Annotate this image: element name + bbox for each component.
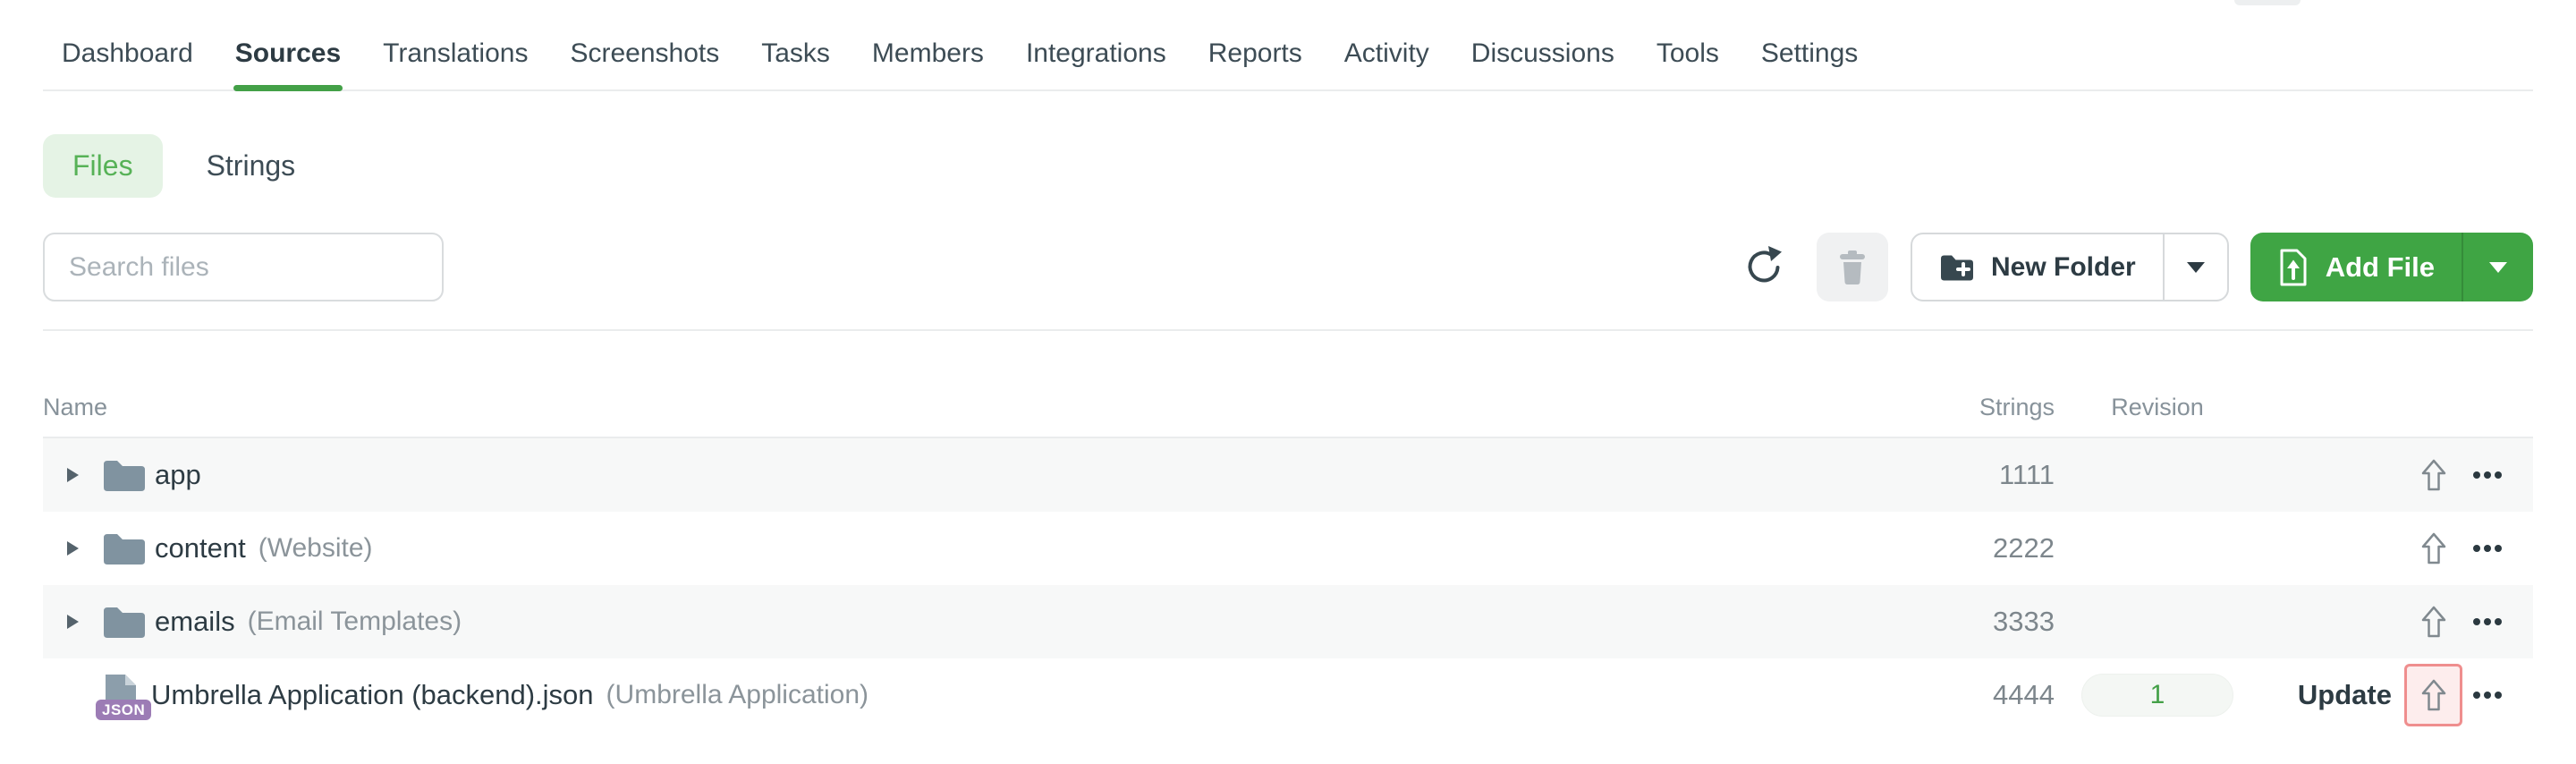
json-file-icon: JSON	[96, 674, 152, 720]
strings-count: 3333	[1993, 606, 2055, 637]
upload-button[interactable]	[2404, 444, 2462, 506]
column-header-revision: Revision	[2111, 394, 2204, 420]
tab-tools[interactable]: Tools	[1657, 38, 1719, 70]
table-row-folder-emails[interactable]: emails (Email Templates) 3333	[43, 585, 2533, 658]
table-row-file-json[interactable]: JSON Umbrella Application (backend).json…	[43, 658, 2533, 732]
ellipsis-icon	[2473, 618, 2480, 625]
ellipsis-icon	[2473, 692, 2480, 699]
upload-icon	[2420, 678, 2447, 712]
tab-tasks[interactable]: Tasks	[761, 38, 830, 70]
new-folder-label: New Folder	[1991, 251, 2136, 282]
add-file-button[interactable]: Add File	[2250, 233, 2533, 301]
tab-members[interactable]: Members	[872, 38, 984, 70]
search-input[interactable]	[43, 233, 444, 301]
expand-caret-icon[interactable]	[67, 615, 80, 629]
refresh-icon	[1743, 245, 1784, 290]
table-row-folder-content[interactable]: content (Website) 2222	[43, 512, 2533, 585]
row-menu-button[interactable]	[2473, 457, 2502, 493]
view-toggle: Files Strings	[43, 134, 2533, 198]
json-format-badge: JSON	[96, 700, 152, 720]
caret-down-icon	[2489, 261, 2507, 273]
new-folder-main[interactable]: New Folder	[1912, 234, 2163, 300]
folder-icon	[102, 604, 147, 640]
file-upload-icon	[2277, 248, 2309, 287]
ellipsis-icon	[2473, 545, 2480, 552]
upload-icon	[2420, 605, 2447, 639]
tab-screenshots[interactable]: Screenshots	[570, 38, 719, 70]
tab-activity[interactable]: Activity	[1344, 38, 1429, 70]
tab-sources[interactable]: Sources	[233, 38, 343, 91]
files-toolbar: New Folder Add File	[43, 233, 2533, 301]
folder-name[interactable]: content	[155, 532, 246, 565]
folder-icon	[102, 531, 147, 566]
top-right-artifact	[2234, 0, 2301, 5]
upload-button-highlighted[interactable]	[2404, 664, 2462, 726]
delete-button[interactable]	[1817, 233, 1889, 301]
row-menu-button[interactable]	[2473, 677, 2502, 713]
tab-translations[interactable]: Translations	[383, 38, 528, 70]
upload-icon	[2420, 458, 2447, 492]
files-table: Name Strings Revision app 1111 content (…	[43, 329, 2533, 732]
strings-count: 1111	[1998, 459, 2055, 490]
folder-icon	[102, 457, 147, 493]
tab-dashboard[interactable]: Dashboard	[62, 38, 193, 70]
upload-button[interactable]	[2404, 517, 2462, 580]
column-header-strings: Strings	[1979, 394, 2055, 420]
new-folder-button[interactable]: New Folder	[1911, 233, 2229, 301]
row-menu-button[interactable]	[2473, 531, 2502, 566]
upload-button[interactable]	[2404, 590, 2462, 653]
table-body: app 1111 content (Website) 2222 emails (…	[43, 438, 2533, 732]
tab-settings[interactable]: Settings	[1761, 38, 1858, 70]
caret-down-icon	[2186, 261, 2205, 273]
revision-badge[interactable]: 1	[2081, 674, 2233, 717]
folder-name[interactable]: emails	[155, 606, 235, 638]
add-file-label: Add File	[2325, 250, 2435, 283]
file-note: (Umbrella Application)	[606, 680, 869, 709]
tab-integrations[interactable]: Integrations	[1026, 38, 1166, 70]
file-name[interactable]: Umbrella Application (backend).json	[151, 679, 594, 711]
folder-plus-icon	[1939, 252, 1975, 283]
refresh-button[interactable]	[1743, 245, 1784, 290]
project-nav: Dashboard Sources Translations Screensho…	[43, 0, 2533, 91]
row-menu-button[interactable]	[2473, 604, 2502, 640]
folder-name[interactable]: app	[155, 459, 201, 491]
folder-note: (Website)	[258, 533, 373, 563]
ellipsis-icon	[2473, 471, 2480, 479]
trash-icon	[1836, 250, 1868, 285]
folder-note: (Email Templates)	[247, 607, 462, 636]
expand-caret-icon[interactable]	[67, 541, 80, 556]
toggle-strings[interactable]: Strings	[207, 149, 296, 183]
new-folder-dropdown[interactable]	[2162, 234, 2227, 300]
toggle-files[interactable]: Files	[43, 134, 163, 198]
table-row-folder-app[interactable]: app 1111	[43, 438, 2533, 512]
table-header: Name Strings Revision	[43, 329, 2533, 438]
tab-reports[interactable]: Reports	[1208, 38, 1302, 70]
column-header-name: Name	[43, 394, 108, 420]
strings-count: 4444	[1993, 679, 2055, 710]
upload-icon	[2420, 531, 2447, 565]
add-file-main[interactable]: Add File	[2250, 233, 2462, 301]
strings-count: 2222	[1993, 532, 2055, 564]
tab-discussions[interactable]: Discussions	[1471, 38, 1614, 70]
add-file-dropdown[interactable]	[2462, 233, 2533, 301]
expand-caret-icon[interactable]	[67, 468, 80, 482]
update-link[interactable]: Update	[2298, 679, 2392, 711]
